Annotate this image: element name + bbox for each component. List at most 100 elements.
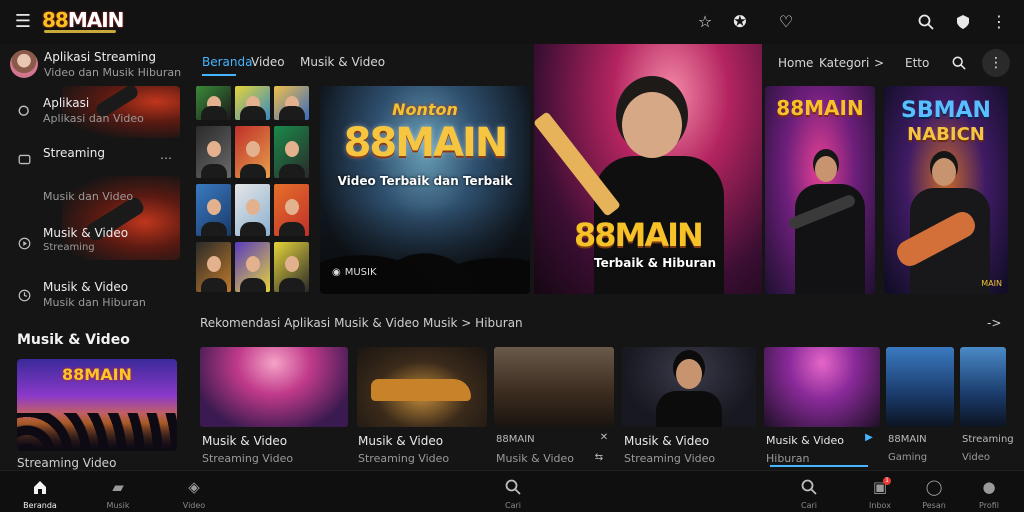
bottom-nav-search[interactable]: Cari: [490, 477, 536, 511]
video-card-3[interactable]: [494, 347, 614, 427]
sidebar-item-aplikasi[interactable]: Aplikasi Aplikasi dan Video: [0, 86, 180, 138]
sidebar-item-label: Musik & Video: [43, 280, 129, 294]
banner-subtitle: Terbaik & Hiburan: [594, 256, 717, 270]
bottom-nav-label: Profil: [979, 501, 999, 510]
grid-thumbnail[interactable]: [274, 242, 309, 292]
badge-icon[interactable]: ✪: [730, 12, 750, 32]
top-nav-home[interactable]: Home: [778, 56, 813, 70]
crowd-art: [17, 413, 177, 451]
video-card-6[interactable]: [886, 347, 954, 427]
video-card-7[interactable]: [960, 347, 1006, 427]
bottom-nav-chat[interactable]: ◯ Pesan: [911, 477, 957, 511]
sidebar-profile[interactable]: Aplikasi Streaming Video dan Musik Hibur…: [10, 48, 181, 80]
sidebar-item-musik-video[interactable]: Musik dan Video Musik & Video Streaming: [0, 176, 180, 260]
chat-icon: ◯: [925, 478, 943, 496]
bottom-nav-label: Video: [182, 501, 206, 510]
notification-badge: 1: [883, 477, 891, 485]
avatar[interactable]: [10, 50, 38, 78]
explore-icon: ◈: [188, 478, 200, 496]
bottom-nav-home[interactable]: Beranda: [17, 477, 63, 511]
sidebar-section-title: Musik & Video: [17, 332, 130, 348]
card-title: 88MAIN: [62, 365, 132, 384]
bottom-nav-label: Beranda: [23, 501, 57, 510]
card-title: Musik & Video: [358, 434, 444, 448]
clock-icon: [17, 288, 31, 302]
tab-beranda[interactable]: Beranda: [202, 55, 252, 69]
video-card-1[interactable]: [200, 347, 348, 427]
chevron-right-icon[interactable]: >: [874, 56, 884, 70]
video-card-4[interactable]: [622, 347, 756, 427]
bottom-nav-inbox[interactable]: ▣ 1 Inbox: [857, 477, 903, 511]
sidebar: Aplikasi Streaming Video dan Musik Hibur…: [0, 44, 188, 470]
grid-thumbnail[interactable]: [235, 126, 270, 178]
search-icon[interactable]: [950, 54, 968, 72]
app-window: ☰ 88MAIN ☆ ✪ ♡ ⋮ Aplikasi Streaming Vide…: [0, 0, 1024, 512]
close-icon[interactable]: ✕: [598, 432, 610, 444]
grid-thumbnail[interactable]: [196, 184, 231, 236]
bottom-nav-video[interactable]: ◈ Video: [171, 477, 217, 511]
shield-icon[interactable]: [953, 12, 973, 32]
brand-circle-icon: ◉: [332, 267, 341, 278]
tab-musik-video[interactable]: Musik & Video: [300, 55, 385, 69]
play-arrow-icon[interactable]: ▶: [864, 432, 874, 444]
grid-thumbnail[interactable]: [235, 184, 270, 236]
grid-thumbnail[interactable]: [274, 126, 309, 178]
card-subtitle: Video: [962, 452, 991, 463]
banner-title: SBMAN: [901, 98, 991, 123]
banner-title: 88MAIN: [574, 216, 704, 254]
grid-thumbnail[interactable]: [196, 86, 231, 120]
bottom-nav-profile[interactable]: ● Profil: [966, 477, 1012, 511]
sidebar-item-musik-hiburan[interactable]: Musik & Video Musik dan Hiburan: [0, 270, 180, 322]
hero-banner-3[interactable]: 88MAIN: [765, 86, 875, 294]
search-icon: [786, 477, 832, 497]
grid-thumbnail[interactable]: [274, 86, 309, 120]
grid-thumbnail[interactable]: [235, 86, 270, 120]
top-nav-category[interactable]: Kategori: [819, 56, 869, 70]
heart-icon[interactable]: ♡: [776, 12, 796, 32]
app-logo[interactable]: 88MAIN: [42, 8, 124, 32]
brand-label: MUSIK: [344, 267, 377, 278]
hero-banner-2[interactable]: 88MAIN Terbaik & Hiburan: [534, 44, 762, 294]
camera-icon: [17, 152, 31, 166]
card-title: 88MAIN: [496, 434, 535, 445]
grid-thumbnail[interactable]: [196, 126, 231, 178]
more-horiz-icon[interactable]: ⋯: [158, 150, 174, 166]
banner-title: 88MAIN: [343, 120, 509, 166]
card-subtitle: Gaming: [888, 452, 928, 463]
banner-subtitle: NABICN: [907, 124, 985, 145]
bottom-nav-musik[interactable]: ▰ Musik: [95, 477, 141, 511]
more-vert-icon[interactable]: ⋮: [982, 49, 1010, 77]
performer-head: [932, 158, 956, 186]
sidebar-item-sub: Musik dan Video: [43, 190, 134, 203]
card-subtitle: Musik & Video: [496, 452, 575, 465]
bottom-nav-label: Inbox: [869, 501, 891, 510]
card-title: Musik & Video: [624, 434, 710, 448]
tab-video[interactable]: Video: [251, 55, 285, 69]
active-tab-indicator: [202, 74, 236, 76]
arrow-right-icon[interactable]: ->: [987, 316, 1001, 330]
home-icon: [17, 477, 63, 497]
repeat-icon[interactable]: ⇆: [592, 452, 606, 464]
play-icon: [17, 236, 31, 250]
sidebar-item-sub: Musik dan Hiburan: [43, 296, 146, 309]
top-nav-extra[interactable]: Etto: [905, 56, 929, 70]
menu-icon[interactable]: ☰: [12, 12, 34, 32]
search-icon: [490, 477, 536, 497]
search-icon[interactable]: [915, 12, 937, 32]
hero-banner-4[interactable]: SBMAN NABICN MAIN: [884, 86, 1008, 294]
video-card-2[interactable]: [357, 347, 487, 427]
profile-icon: ●: [982, 478, 996, 496]
hero-banner-1[interactable]: Nonton 88MAIN Video Terbaik dan Terbaik …: [320, 86, 530, 294]
card-subtitle: Streaming Video: [202, 452, 294, 465]
thumbnail-grid: [196, 86, 312, 294]
bottom-nav-search-2[interactable]: Cari: [786, 477, 832, 511]
more-vert-icon[interactable]: ⋮: [990, 12, 1008, 32]
sidebar-featured-card[interactable]: 88MAIN: [17, 359, 177, 451]
star-icon[interactable]: ☆: [695, 12, 715, 32]
card-subtitle: Hiburan: [766, 452, 810, 465]
grid-thumbnail[interactable]: [274, 184, 309, 236]
grid-thumbnail[interactable]: [196, 242, 231, 292]
video-card-5[interactable]: [764, 347, 880, 427]
banner-tag: MAIN: [981, 279, 1002, 288]
grid-thumbnail[interactable]: [235, 242, 270, 292]
